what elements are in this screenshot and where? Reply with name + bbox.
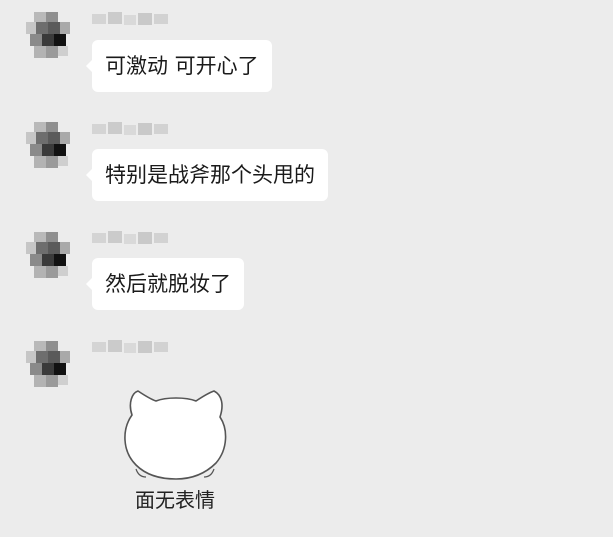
- message-bubble[interactable]: 特别是战斧那个头甩的: [86, 149, 328, 201]
- sender-name-blurred: [92, 340, 170, 354]
- message-text: 可激动 可开心了: [105, 54, 259, 78]
- avatar-blurred-icon: [26, 12, 70, 58]
- message-text: 特别是战斧那个头甩的: [105, 163, 315, 187]
- sender-name-blurred: [92, 231, 170, 245]
- avatar[interactable]: [26, 12, 74, 60]
- message-text: 然后就脱妆了: [105, 272, 231, 296]
- sender-name-blurred: [92, 122, 170, 136]
- avatar-blurred-icon: [26, 122, 70, 168]
- avatar-blurred-icon: [26, 232, 70, 278]
- avatar-blurred-icon: [26, 341, 70, 387]
- avatar[interactable]: [26, 232, 74, 280]
- sticker-caption: 面无表情: [135, 488, 215, 512]
- message-bubble[interactable]: 可激动 可开心了: [86, 40, 272, 92]
- avatar[interactable]: [26, 122, 74, 170]
- avatar[interactable]: [26, 341, 74, 389]
- sender-name-blurred: [92, 12, 170, 26]
- round-cat-face-icon: [124, 390, 227, 480]
- message-bubble[interactable]: 然后就脱妆了: [86, 258, 244, 310]
